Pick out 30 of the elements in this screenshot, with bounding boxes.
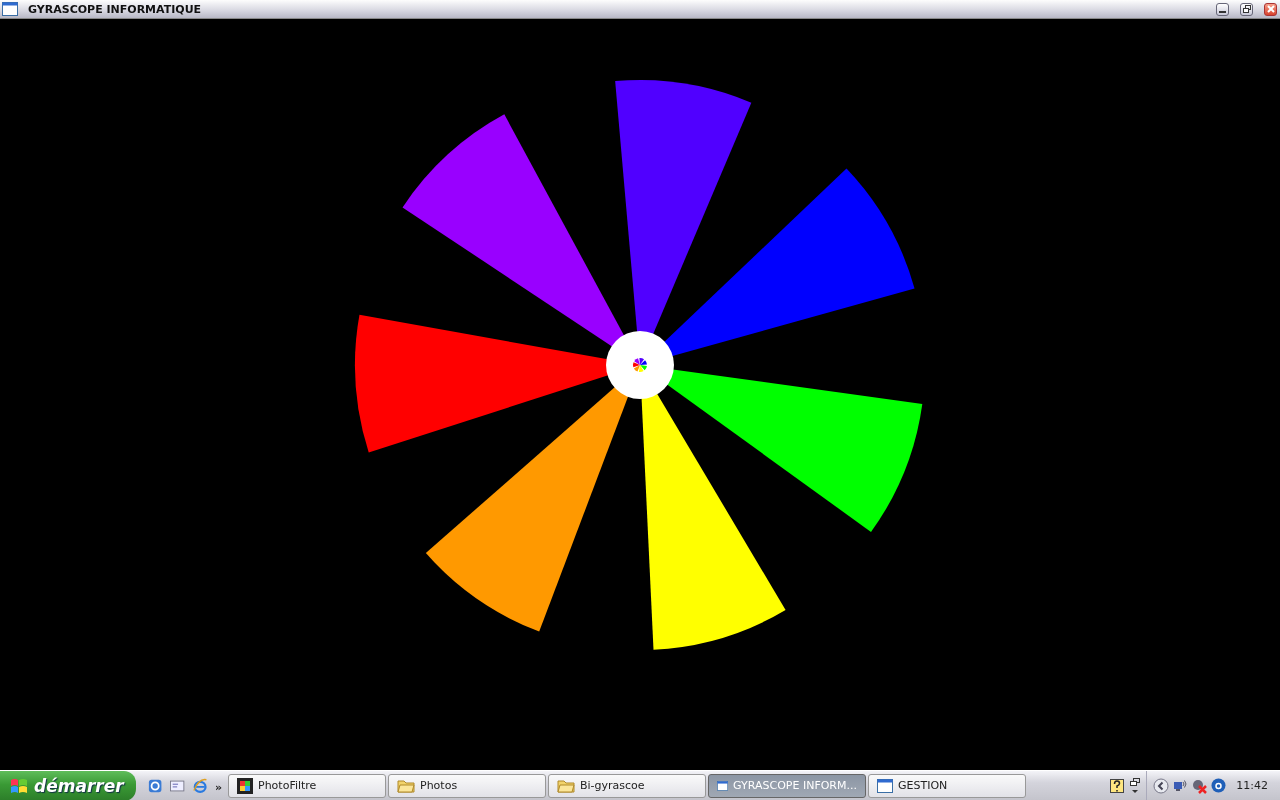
restore-icon bbox=[1242, 5, 1251, 13]
window-title: GYRASCOPE INFORMATIQUE bbox=[28, 2, 203, 16]
taskbar-button[interactable]: Photos bbox=[388, 773, 546, 798]
window-icon bbox=[2, 2, 18, 16]
film-strip-icon bbox=[237, 777, 253, 794]
help-icon[interactable] bbox=[1110, 778, 1125, 793]
window-icon bbox=[877, 778, 893, 793]
windows-logo-icon bbox=[10, 776, 28, 795]
close-button[interactable] bbox=[1264, 2, 1277, 16]
restore-button[interactable] bbox=[1240, 2, 1253, 16]
minimize-button[interactable] bbox=[1216, 2, 1229, 16]
envelope-icon[interactable] bbox=[170, 779, 185, 792]
security-alert-icon[interactable] bbox=[1191, 777, 1208, 794]
folder-icon bbox=[557, 778, 575, 793]
chevron-left-icon[interactable] bbox=[1153, 777, 1170, 794]
taskbar-button[interactable]: Bi-gyrascoe bbox=[548, 773, 706, 798]
more-chevron[interactable]: » bbox=[214, 780, 222, 794]
window-switch-icon[interactable] bbox=[1130, 777, 1141, 794]
taskbar-button[interactable]: PhotoFiltre bbox=[228, 773, 386, 798]
folder-icon bbox=[397, 778, 415, 793]
network-icon[interactable] bbox=[1173, 778, 1188, 793]
mini-pinwheel-icon bbox=[633, 358, 647, 372]
close-icon bbox=[1266, 5, 1275, 13]
hub-circle bbox=[606, 331, 674, 399]
browser-icon[interactable] bbox=[148, 777, 163, 794]
internet-explorer-icon[interactable] bbox=[192, 777, 207, 794]
window-icon bbox=[717, 778, 729, 793]
start-button[interactable]: démarrer bbox=[0, 770, 136, 800]
clock-time: 11:42 bbox=[1236, 779, 1268, 792]
taskbar-button[interactable]: GESTION bbox=[868, 773, 1026, 798]
